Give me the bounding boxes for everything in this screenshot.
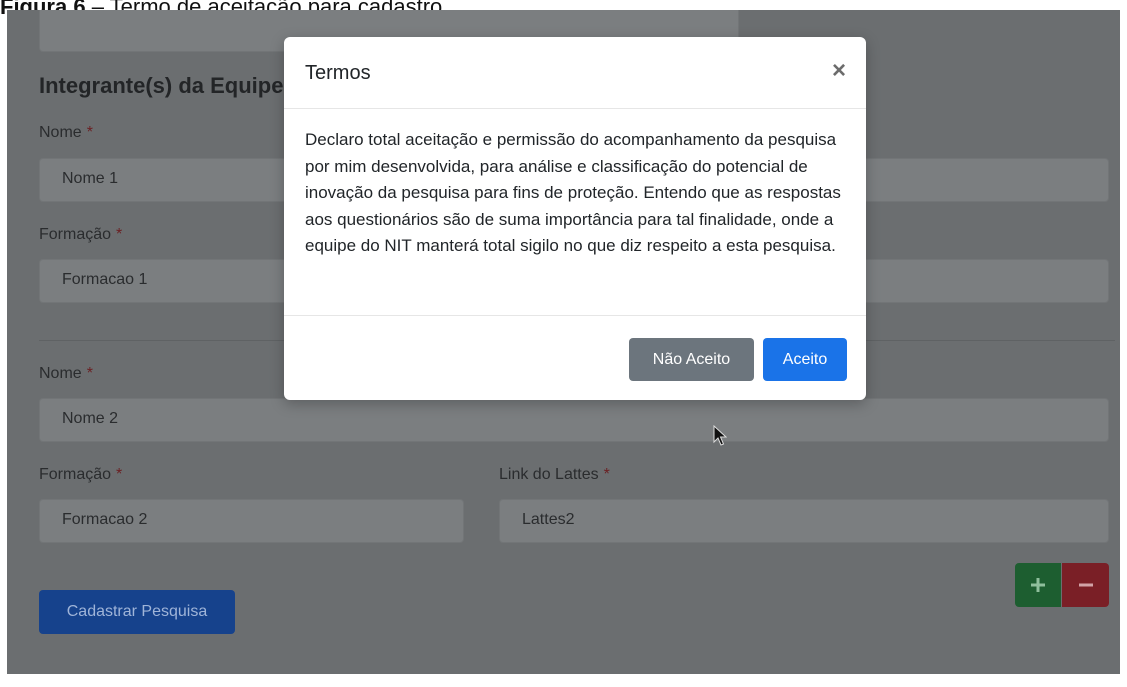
member1-formation-label-text: Formação: [39, 226, 112, 243]
modal-header: Termos ×: [284, 37, 866, 109]
member2-lattes-label: Link do Lattes *: [499, 466, 610, 484]
member2-formation-label-text: Formação: [39, 466, 112, 483]
member1-name-label-text: Nome: [39, 124, 82, 141]
member2-formation-input[interactable]: Formacao 2: [39, 499, 464, 543]
submit-research-button[interactable]: Cadastrar Pesquisa: [39, 590, 235, 634]
member2-formation-label: Formação *: [39, 466, 122, 484]
member2-name-label-text: Nome: [39, 365, 82, 382]
modal-footer: Não Aceito Aceito: [284, 315, 866, 400]
accept-button[interactable]: Aceito: [763, 338, 847, 381]
required-marker: *: [116, 466, 123, 483]
add-member-button[interactable]: [1015, 563, 1061, 607]
required-marker: *: [86, 124, 93, 141]
member2-name-input[interactable]: Nome 2: [39, 398, 1109, 442]
minus-icon: [1078, 583, 1093, 587]
member2-name-value: Nome 2: [62, 410, 119, 427]
member2-lattes-input[interactable]: Lattes2: [499, 499, 1109, 543]
member1-name-label: Nome *: [39, 124, 93, 142]
member2-formation-value: Formacao 2: [62, 511, 148, 528]
remove-member-button[interactable]: [1062, 563, 1109, 607]
member1-formation-label: Formação *: [39, 226, 122, 244]
member2-name-label: Nome *: [39, 365, 93, 383]
modal-title: Termos: [305, 62, 371, 84]
decline-button[interactable]: Não Aceito: [629, 338, 754, 381]
close-icon[interactable]: ×: [832, 59, 846, 83]
terms-modal: Termos × Declaro total aceitação e permi…: [284, 37, 866, 400]
member1-formation-value: Formacao 1: [62, 271, 148, 288]
plus-icon: [1031, 578, 1045, 592]
member2-lattes-value: Lattes2: [522, 511, 575, 528]
required-marker: *: [116, 226, 123, 243]
member2-lattes-label-text: Link do Lattes: [499, 466, 599, 483]
required-marker: *: [86, 365, 93, 382]
terms-text: Declaro total aceitação e permissão do a…: [305, 130, 841, 255]
required-marker: *: [603, 466, 610, 483]
team-members-heading: Integrante(s) da Equipe: [39, 73, 284, 98]
mouse-cursor-icon: [713, 425, 727, 446]
page-screen: Integrante(s) da Equipe Nome * Nome 1 For…: [7, 10, 1120, 674]
member1-name-value: Nome 1: [62, 170, 119, 187]
